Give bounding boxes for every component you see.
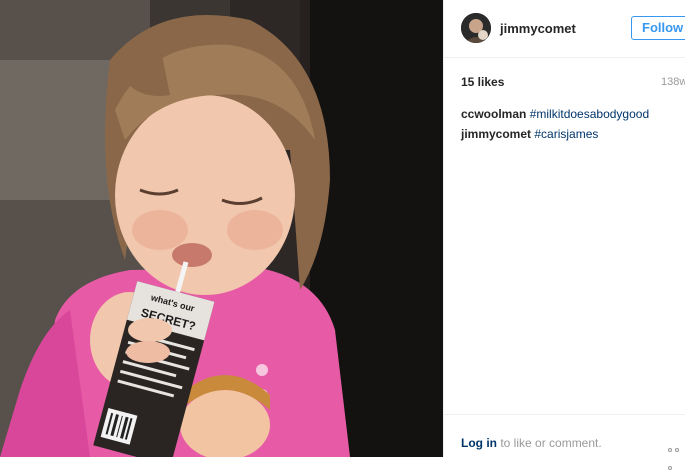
more-options-icon[interactable] bbox=[668, 439, 685, 470]
login-link[interactable]: Log in bbox=[461, 436, 497, 450]
login-prompt: Log in to like or comment. bbox=[461, 436, 602, 450]
comment-item: jimmycomet #carisjames bbox=[461, 124, 685, 144]
post-header: jimmycomet Follow bbox=[444, 0, 685, 58]
follow-button[interactable]: Follow bbox=[631, 16, 685, 40]
comment-hashtag[interactable]: #carisjames bbox=[534, 127, 598, 141]
post-timestamp[interactable]: 138w bbox=[661, 76, 685, 88]
comments-list: ccwoolman #milkitdoesabodygood jimmycome… bbox=[461, 104, 685, 144]
username-link[interactable]: jimmycomet bbox=[500, 21, 576, 36]
avatar-image bbox=[461, 13, 491, 43]
comment-author[interactable]: ccwoolman bbox=[461, 107, 526, 121]
post-sidebar: jimmycomet Follow 15 likes 138w ccwoolma… bbox=[443, 0, 685, 470]
comment-author[interactable]: jimmycomet bbox=[461, 127, 531, 141]
comment-item: ccwoolman #milkitdoesabodygood bbox=[461, 104, 685, 124]
post-photo[interactable]: what's our SECRET? bbox=[0, 0, 443, 457]
likes-count[interactable]: 15 likes bbox=[461, 75, 504, 89]
login-prompt-text: to like or comment. bbox=[497, 436, 602, 450]
avatar[interactable] bbox=[461, 13, 491, 43]
post-footer: Log in to like or comment. bbox=[444, 414, 685, 470]
comment-hashtag[interactable]: #milkitdoesabodygood bbox=[530, 107, 649, 121]
photo-illustration: what's our SECRET? bbox=[0, 0, 443, 457]
